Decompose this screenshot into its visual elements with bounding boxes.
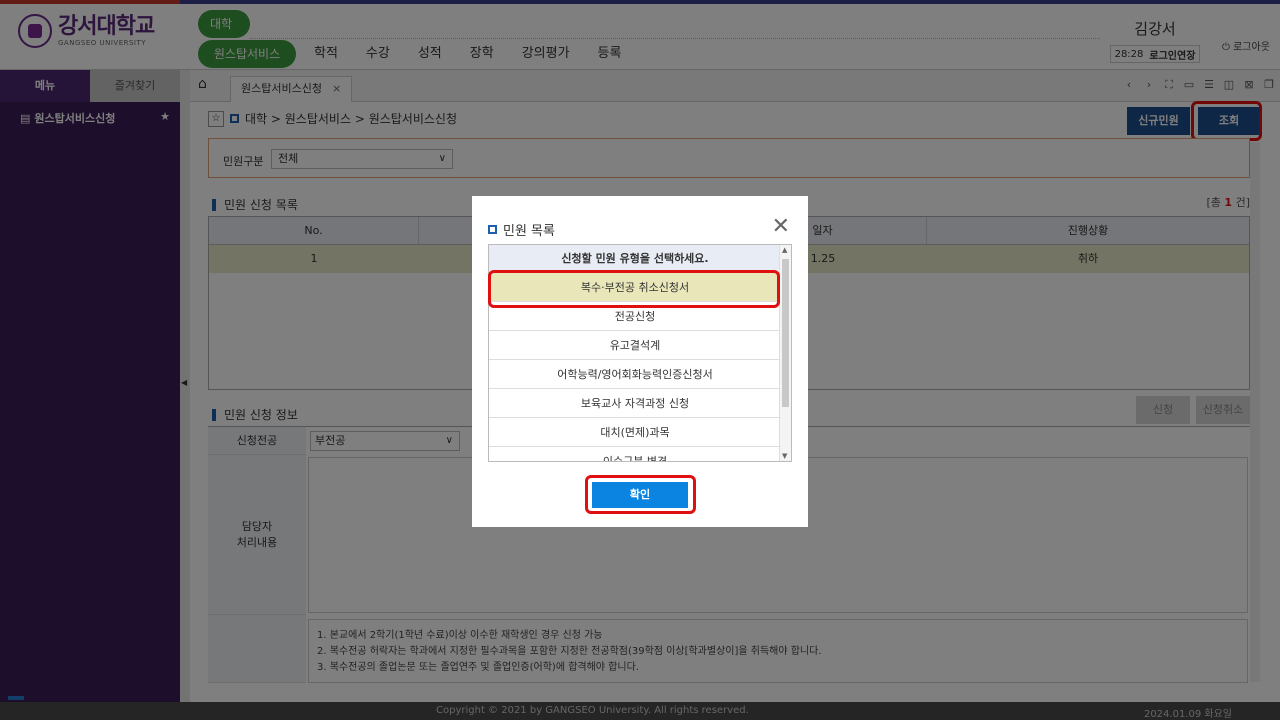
list-item[interactable]: 어학능력/영어회화능력인증신청서 bbox=[489, 360, 781, 389]
scroll-thumb[interactable] bbox=[782, 259, 789, 407]
list-header: 신청할 민원 유형을 선택하세요. bbox=[489, 245, 781, 273]
confirm-highlight-box bbox=[585, 475, 696, 514]
list-item[interactable]: 대치(면제)과목 bbox=[489, 418, 781, 447]
modal-title-text: 민원 목록 bbox=[503, 224, 555, 239]
scroll-up-icon[interactable]: ▲ bbox=[782, 246, 787, 254]
scroll-down-icon[interactable]: ▼ bbox=[782, 452, 787, 460]
list-item[interactable]: 보육교사 자격과정 신청 bbox=[489, 389, 781, 418]
list-item[interactable]: 이수구분 변경 bbox=[489, 447, 781, 461]
complaint-list-modal: 민원 목록 ✕ 신청할 민원 유형을 선택하세요. 복수·부전공 취소신청서 전… bbox=[472, 196, 808, 527]
modal-title: 민원 목록 bbox=[488, 220, 555, 239]
list-scrollbar[interactable]: ▲ ▼ bbox=[779, 245, 791, 461]
list-item[interactable]: 유고결석계 bbox=[489, 331, 781, 360]
selected-item-highlight-box bbox=[488, 270, 780, 308]
bullet-square-icon bbox=[488, 225, 497, 234]
close-icon[interactable]: ✕ bbox=[772, 216, 790, 238]
